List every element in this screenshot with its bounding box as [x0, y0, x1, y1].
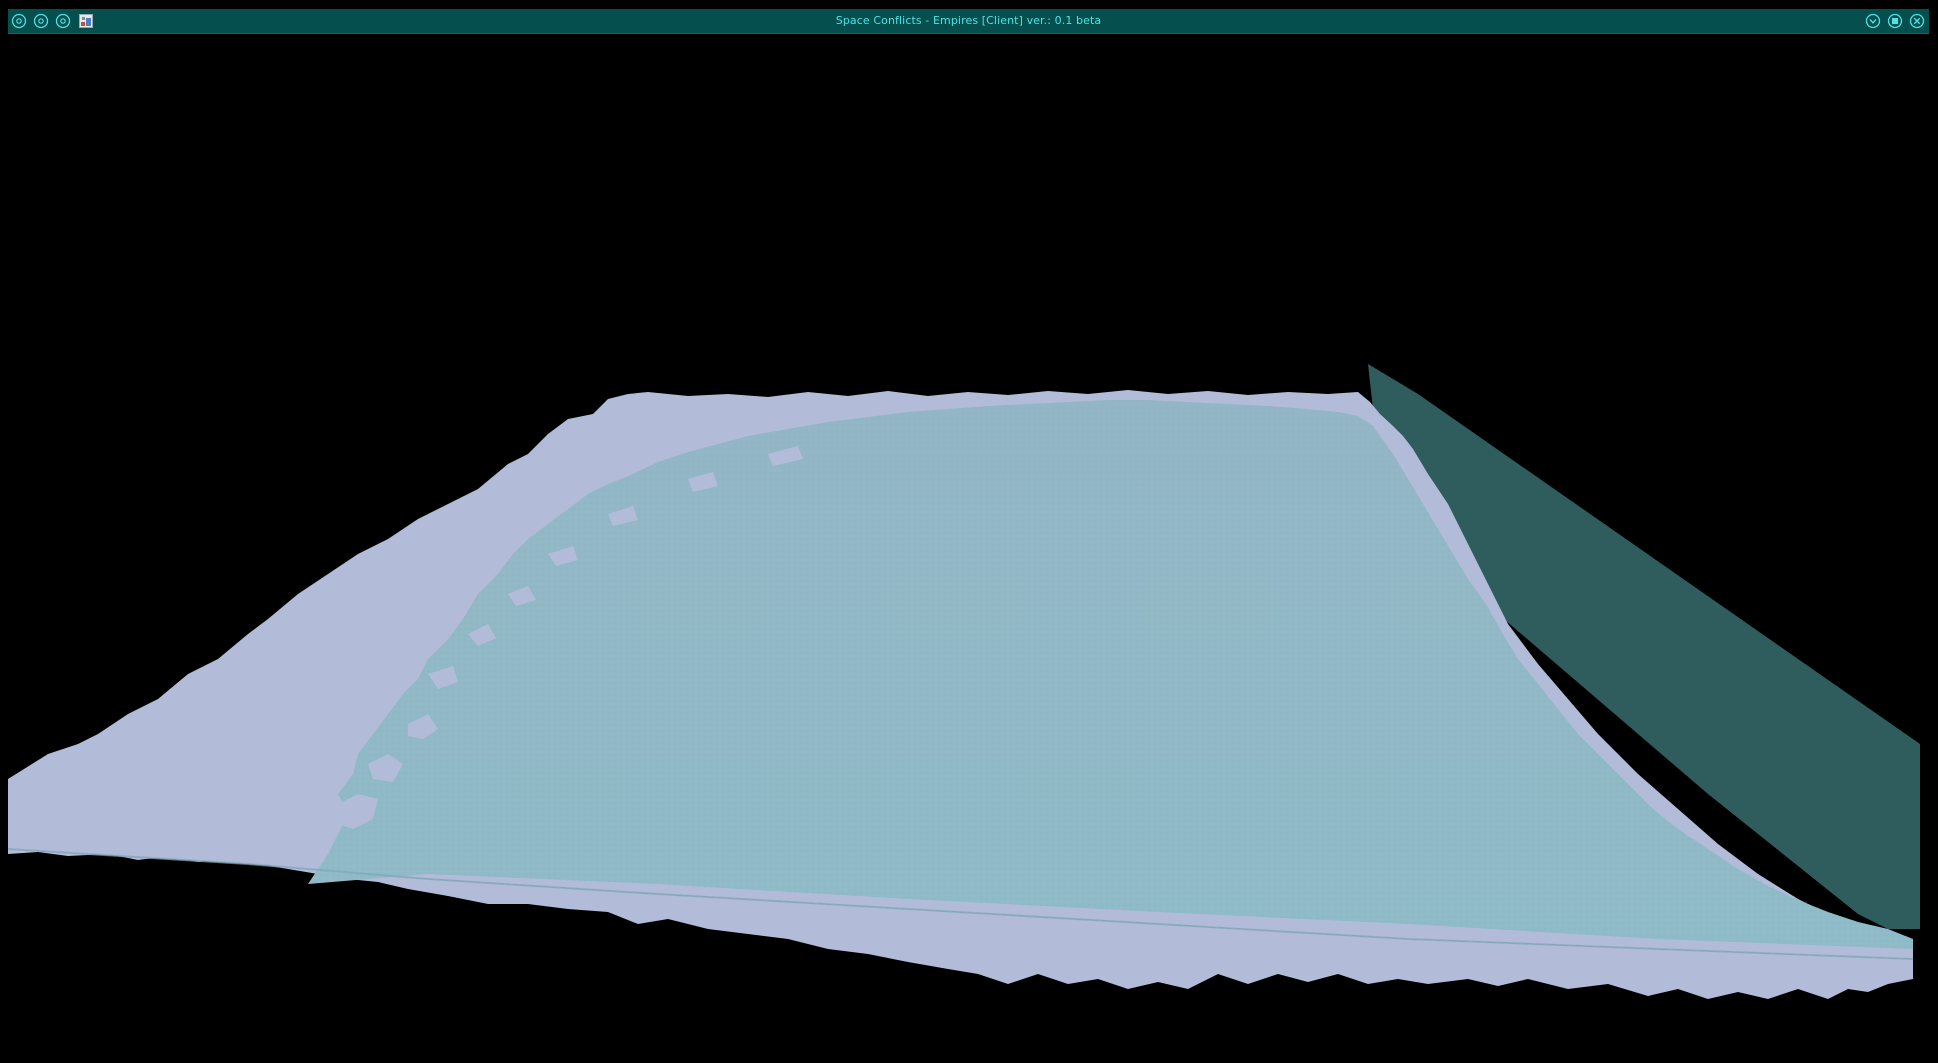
close-button[interactable] [1909, 13, 1925, 29]
minimize-button[interactable] [1865, 13, 1881, 29]
maximize-button[interactable] [1887, 13, 1903, 29]
terrain-scene [8, 364, 1920, 999]
maximize-square-icon [1887, 13, 1903, 29]
app-window: Space Conflicts - Empires [Client] ver.:… [0, 0, 1938, 1063]
close-x-icon [1909, 13, 1925, 29]
game-3d-viewport[interactable] [8, 34, 1929, 1063]
minimize-chevron-icon [1865, 13, 1881, 29]
window-title: Space Conflicts - Empires [Client] ver.:… [835, 14, 1102, 27]
title-bar[interactable]: Space Conflicts - Empires [Client] ver.:… [8, 9, 1929, 34]
